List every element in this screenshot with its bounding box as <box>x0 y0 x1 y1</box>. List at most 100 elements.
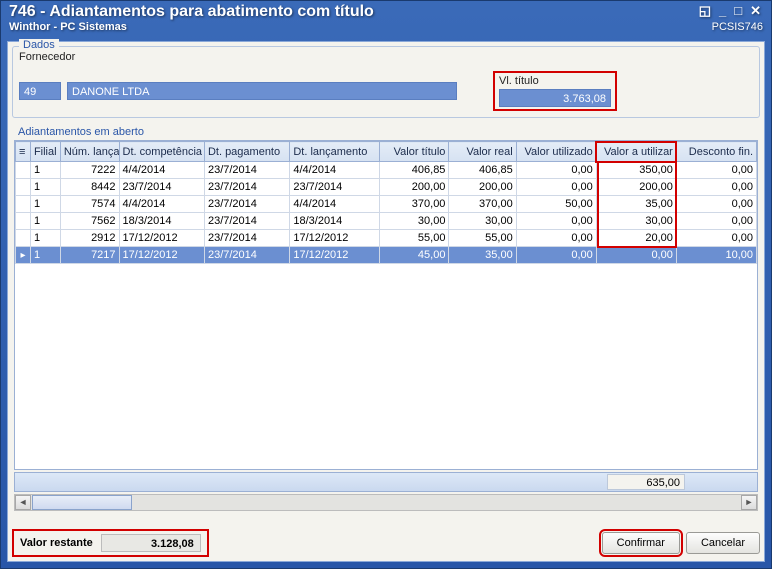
cell-lanc: 17/12/2012 <box>290 230 380 247</box>
valor-restante-group: Valor restante 3.128,08 <box>12 529 209 557</box>
cell-comp: 18/3/2014 <box>119 213 204 230</box>
cell-vautil[interactable]: 30,00 <box>596 213 676 230</box>
cell-pag: 23/7/2014 <box>204 230 289 247</box>
table-row[interactable]: 1756218/3/201423/7/201418/3/201430,0030,… <box>16 213 757 230</box>
col-desc[interactable]: Desconto fin. <box>676 142 756 162</box>
vl-titulo-group: Vl. título 3.763,08 <box>493 71 617 111</box>
cell-lanc: 4/4/2014 <box>290 196 380 213</box>
grid-table: ≡ Filial Núm. lança Dt. competência Dt. … <box>15 141 757 264</box>
window-controls: ◱ _ □ ✕ <box>697 3 763 19</box>
cell-comp: 4/4/2014 <box>119 162 204 179</box>
cell-filial: 1 <box>30 196 60 213</box>
minimize-icon[interactable]: _ <box>717 3 728 19</box>
cell-vutil: 0,00 <box>516 162 596 179</box>
table-row[interactable]: ▸1721717/12/201223/7/201417/12/201245,00… <box>16 247 757 264</box>
cell-vtit: 55,00 <box>380 230 449 247</box>
cell-num: 7222 <box>60 162 119 179</box>
cell-vutil: 0,00 <box>516 179 596 196</box>
cell-vautil[interactable]: 0,00 <box>596 247 676 264</box>
cell-vautil[interactable]: 350,00 <box>596 162 676 179</box>
cell-vtit: 200,00 <box>380 179 449 196</box>
grid-hscroll[interactable]: ◄ ► <box>14 494 758 511</box>
col-vtit[interactable]: Valor título <box>380 142 449 162</box>
table-row[interactable]: 1291217/12/201223/7/201417/12/201255,005… <box>16 230 757 247</box>
cell-pag: 23/7/2014 <box>204 162 289 179</box>
cancelar-button[interactable]: Cancelar <box>686 532 760 554</box>
window-title: 746 - Adiantamentos para abatimento com … <box>9 3 374 21</box>
col-comp[interactable]: Dt. competência <box>119 142 204 162</box>
table-row[interactable]: 1844223/7/201423/7/201423/7/2014200,0020… <box>16 179 757 196</box>
col-filial[interactable]: Filial <box>30 142 60 162</box>
grid-sum-row: 635,00 <box>14 472 758 492</box>
close-icon[interactable]: ✕ <box>748 3 763 19</box>
cell-vautil[interactable]: 20,00 <box>596 230 676 247</box>
cell-filial: 1 <box>30 179 60 196</box>
cell-comp: 23/7/2014 <box>119 179 204 196</box>
cell-pag: 23/7/2014 <box>204 179 289 196</box>
fornecedor-name[interactable]: DANONE LTDA <box>67 82 457 100</box>
sum-valor-a-utilizar: 635,00 <box>607 474 685 490</box>
cell-filial: 1 <box>30 213 60 230</box>
scroll-left-icon[interactable]: ◄ <box>15 495 31 510</box>
cell-vtit: 370,00 <box>380 196 449 213</box>
valor-restante-label: Valor restante <box>20 537 93 549</box>
restore-icon[interactable]: ◱ <box>697 3 713 19</box>
grid-header-row: ≡ Filial Núm. lança Dt. competência Dt. … <box>16 142 757 162</box>
fornecedor-label: Fornecedor <box>19 51 753 63</box>
cell-vutil: 0,00 <box>516 213 596 230</box>
cell-num: 7574 <box>60 196 119 213</box>
col-indicator[interactable]: ≡ <box>16 142 31 162</box>
valor-restante-value: 3.128,08 <box>101 534 201 552</box>
col-vreal[interactable]: Valor real <box>449 142 516 162</box>
cell-lanc: 4/4/2014 <box>290 162 380 179</box>
cell-vtit: 30,00 <box>380 213 449 230</box>
vl-titulo-label: Vl. título <box>499 75 611 87</box>
maximize-icon[interactable]: □ <box>732 3 744 19</box>
cell-comp: 17/12/2012 <box>119 230 204 247</box>
col-vautil[interactable]: Valor a utilizar <box>596 142 676 162</box>
table-row[interactable]: 175744/4/201423/7/20144/4/2014370,00370,… <box>16 196 757 213</box>
cell-vreal: 35,00 <box>449 247 516 264</box>
cell-desc: 10,00 <box>676 247 756 264</box>
adiantamentos-label: Adiantamentos em aberto <box>18 126 758 138</box>
col-pag[interactable]: Dt. pagamento <box>204 142 289 162</box>
cell-filial: 1 <box>30 162 60 179</box>
cell-vreal: 406,85 <box>449 162 516 179</box>
cell-vautil[interactable]: 35,00 <box>596 196 676 213</box>
footer: Valor restante 3.128,08 Confirmar Cancel… <box>12 529 760 557</box>
cell-pag: 23/7/2014 <box>204 196 289 213</box>
row-indicator <box>16 230 31 247</box>
grid[interactable]: ≡ Filial Núm. lança Dt. competência Dt. … <box>14 140 758 470</box>
cell-filial: 1 <box>30 247 60 264</box>
cell-desc: 0,00 <box>676 162 756 179</box>
cell-lanc: 18/3/2014 <box>290 213 380 230</box>
cell-vutil: 50,00 <box>516 196 596 213</box>
scroll-right-icon[interactable]: ► <box>741 495 757 510</box>
cell-desc: 0,00 <box>676 179 756 196</box>
row-indicator <box>16 179 31 196</box>
fornecedor-code[interactable]: 49 <box>19 82 61 100</box>
dados-group-title: Dados <box>19 39 59 51</box>
cell-comp: 17/12/2012 <box>119 247 204 264</box>
cell-desc: 0,00 <box>676 196 756 213</box>
row-indicator <box>16 162 31 179</box>
cell-lanc: 17/12/2012 <box>290 247 380 264</box>
cell-desc: 0,00 <box>676 230 756 247</box>
window-subtitle: Winthor - PC Sistemas <box>9 21 374 33</box>
col-num[interactable]: Núm. lança <box>60 142 119 162</box>
app-window: 746 - Adiantamentos para abatimento com … <box>0 0 772 569</box>
cell-num: 7217 <box>60 247 119 264</box>
dados-group: Dados Fornecedor 49 DANONE LTDA Vl. títu… <box>12 46 760 118</box>
row-indicator <box>16 213 31 230</box>
col-vutil[interactable]: Valor utilizado <box>516 142 596 162</box>
cell-comp: 4/4/2014 <box>119 196 204 213</box>
client-area: Dados Fornecedor 49 DANONE LTDA Vl. títu… <box>7 41 765 562</box>
row-indicator <box>16 196 31 213</box>
cell-vautil[interactable]: 200,00 <box>596 179 676 196</box>
cell-vreal: 55,00 <box>449 230 516 247</box>
col-lanc[interactable]: Dt. lançamento <box>290 142 380 162</box>
cell-filial: 1 <box>30 230 60 247</box>
confirmar-button[interactable]: Confirmar <box>602 532 680 554</box>
scroll-thumb[interactable] <box>32 495 132 510</box>
table-row[interactable]: 172224/4/201423/7/20144/4/2014406,85406,… <box>16 162 757 179</box>
